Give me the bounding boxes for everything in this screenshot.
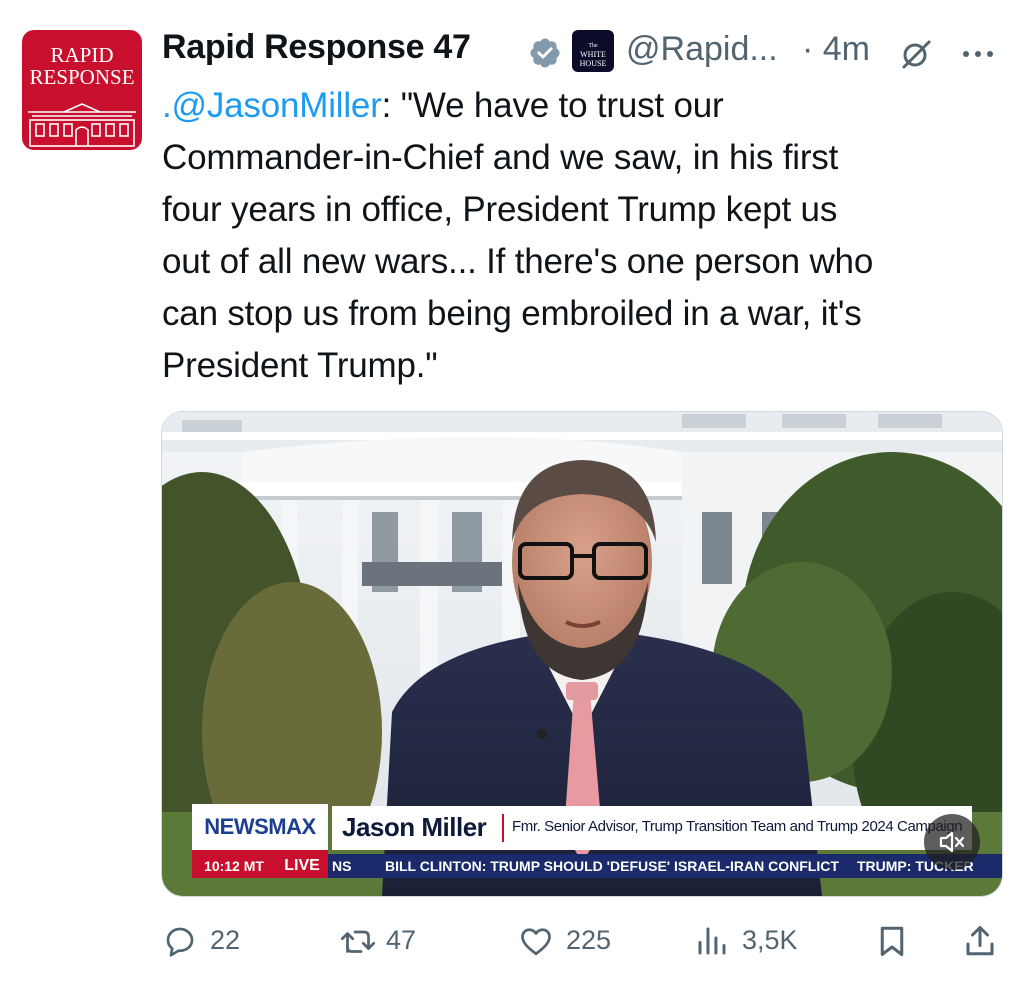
reply-count: 22 — [210, 925, 241, 955]
network-logo: NEWSMAX — [192, 804, 328, 854]
video-player[interactable]: NEWSMAX Jason Miller Fmr. Senior Advisor… — [161, 411, 1003, 897]
verified-badge-icon[interactable] — [528, 36, 562, 70]
views-count: 3,5K — [742, 925, 798, 955]
views-chart-icon — [698, 927, 726, 955]
reply-icon — [166, 927, 194, 957]
tweet-timestamp[interactable]: · 4m — [802, 30, 870, 69]
news-lower-third: NEWSMAX Jason Miller Fmr. Senior Advisor… — [192, 804, 1002, 878]
repost-count: 47 — [386, 925, 417, 955]
muted-speaker-icon — [939, 831, 965, 853]
avatar-logo-text: RAPID RESPONSE — [29, 43, 135, 89]
lower-third-namebox: Jason Miller Fmr. Senior Advisor, Trump … — [332, 806, 972, 850]
tweet-action-bar: 22 47 225 3,5K — [162, 915, 1002, 965]
ticker-prefix: NS — [332, 858, 352, 874]
tweet-body: : "We have to trust our Commander-in-Chi… — [162, 86, 874, 385]
author-avatar[interactable]: RAPID RESPONSE — [22, 30, 142, 150]
lower-third-title: Fmr. Senior Advisor, Trump Transition Te… — [512, 818, 963, 835]
lower-third-divider — [502, 814, 504, 842]
author-handle[interactable]: @Rapid... — [626, 30, 778, 69]
heart-icon — [521, 928, 551, 956]
bookmark-button[interactable] — [874, 915, 910, 965]
tweet-text: .@JasonMiller: "We have to trust our Com… — [162, 80, 1012, 392]
mute-button[interactable] — [924, 814, 980, 870]
lower-third-name: Jason Miller — [342, 812, 487, 842]
repost-icon — [340, 930, 376, 953]
affiliation-badge-icon[interactable]: The WHITE HOUSE — [572, 30, 614, 72]
share-button[interactable] — [962, 915, 998, 965]
grok-icon[interactable] — [898, 36, 934, 72]
bookmark-icon — [880, 926, 904, 956]
like-count: 225 — [566, 925, 612, 955]
tweet-header: Rapid Response 47 The WHITE HOUSE @Rapid… — [162, 26, 1004, 76]
ticker-headline: BILL CLINTON: TRUMP SHOULD 'DEFUSE' ISRA… — [385, 858, 839, 874]
more-options-icon[interactable] — [958, 34, 998, 74]
news-ticker: 10:12 MT LIVE NS BILL CLINTON: TRUMP SHO… — [192, 854, 1002, 878]
author-name[interactable]: Rapid Response 47 — [162, 28, 471, 67]
ticker-live-badge: LIVE — [276, 854, 328, 878]
share-icon — [966, 926, 994, 956]
white-house-logo-icon — [28, 103, 136, 147]
ticker-time: 10:12 MT — [192, 854, 276, 878]
mention-link[interactable]: .@JasonMiller — [162, 86, 382, 125]
